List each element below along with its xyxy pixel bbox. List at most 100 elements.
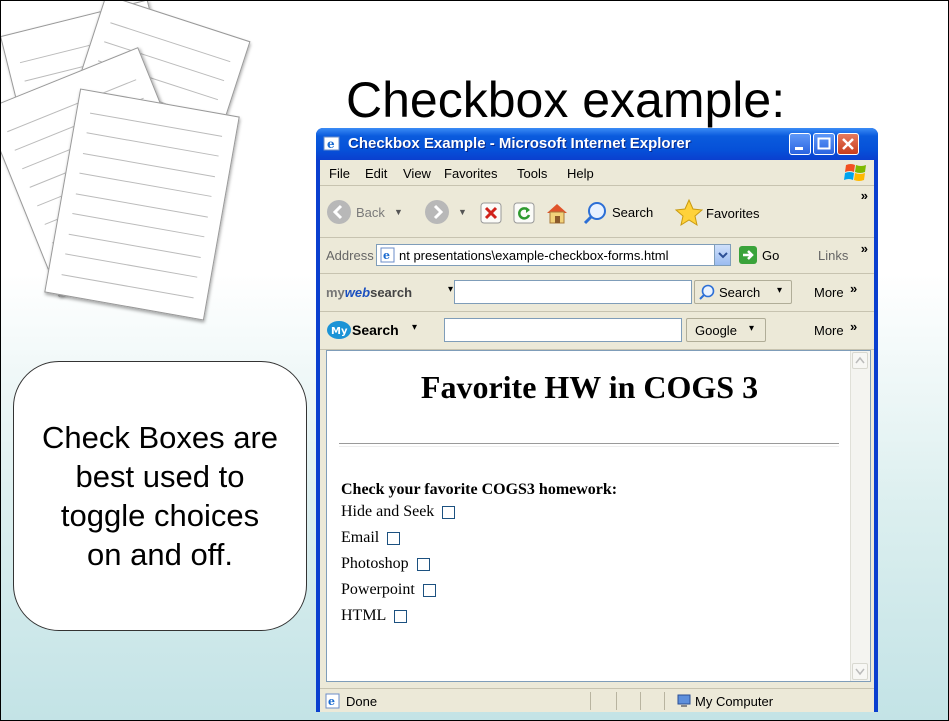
mywebsearch-logo-web: web	[344, 285, 371, 300]
mywebsearch-input[interactable]	[454, 280, 692, 304]
chevron-down-icon	[855, 668, 865, 676]
svg-text:e: e	[383, 249, 390, 262]
home-icon[interactable]	[544, 200, 570, 226]
menu-view[interactable]: View	[403, 166, 431, 181]
minimize-button[interactable]	[789, 133, 811, 155]
mywebsearch-logo-search: search	[370, 285, 413, 300]
checkbox-hide-and-seek[interactable]	[442, 505, 456, 519]
more-chevron-icon: »	[850, 281, 858, 296]
address-input[interactable]: e nt presentations\example-checkbox-form…	[376, 244, 731, 266]
mysearch-input[interactable]	[444, 318, 682, 342]
status-text: Done	[346, 694, 378, 709]
back-button[interactable]: Back ▼	[326, 199, 406, 227]
go-arrow-icon	[739, 246, 757, 264]
maximize-button[interactable]	[813, 133, 835, 155]
window-title: Checkbox Example - Microsoft Internet Ex…	[348, 135, 691, 152]
checkbox-photoshop[interactable]	[416, 557, 430, 571]
back-arrow-icon	[327, 200, 351, 224]
option-email[interactable]: Email	[341, 529, 401, 547]
option-hide-and-seek[interactable]: Hide and Seek	[341, 503, 456, 521]
engine-dropdown-icon: ▾	[749, 323, 755, 334]
forward-arrow-icon	[425, 200, 449, 224]
mywebsearch-toolbar: mywebsearch ▾ Search ▾ More »	[320, 274, 874, 312]
menu-edit[interactable]: Edit	[365, 166, 387, 181]
close-icon	[842, 138, 854, 150]
option-html[interactable]: HTML	[341, 607, 408, 625]
status-divider	[616, 692, 617, 710]
mywebsearch-logo: mywebsearch	[326, 285, 412, 300]
option-label: Hide and Seek	[341, 503, 435, 520]
callout-text: Check Boxes are best used to toggle choi…	[41, 420, 279, 572]
mysearch-bubble-icon: My	[327, 321, 351, 339]
mywebsearch-menu-icon[interactable]: ▾	[448, 284, 453, 295]
callout-box: Check Boxes are best used to toggle choi…	[13, 361, 307, 631]
toolbar-chevron-icon[interactable]: »	[861, 188, 868, 203]
mywebsearch-search-label: Search	[719, 285, 761, 300]
mysearch-bubble-text: My	[331, 326, 348, 337]
page-heading: Favorite HW in COGS 3	[420, 369, 759, 405]
minimize-icon	[795, 147, 803, 150]
mywebsearch-search-button[interactable]: Search ▾	[694, 280, 792, 304]
slide: Checkbox example: Check Boxes are best u…	[0, 0, 949, 721]
status-bar: e Done My Computer	[320, 688, 874, 713]
security-zone: My Computer	[695, 694, 774, 709]
forward-dropdown-icon: ▼	[458, 207, 467, 217]
page-icon: e	[380, 247, 395, 263]
option-label: Email	[341, 529, 380, 546]
my-computer-icon	[677, 694, 691, 707]
paper-sheet	[44, 88, 240, 321]
search-dropdown-icon: ▾	[777, 285, 783, 296]
search-engine-select[interactable]: Google ▾	[686, 318, 766, 342]
mysearch-logo: My Search ▾	[326, 320, 436, 342]
mysearch-menu-icon[interactable]: ▾	[412, 322, 417, 333]
option-photoshop[interactable]: Photoshop	[341, 555, 430, 573]
status-divider	[664, 692, 665, 710]
favorites-label: Favorites	[706, 206, 760, 221]
checkbox-powerpoint[interactable]	[422, 583, 436, 597]
search-label: Search	[612, 205, 654, 220]
scroll-down-button[interactable]	[852, 663, 868, 680]
chevron-up-icon	[855, 356, 865, 364]
svg-text:e: e	[327, 137, 335, 151]
address-dropdown-icon[interactable]	[714, 245, 730, 265]
menu-bar: File Edit View Favorites Tools Help	[320, 160, 874, 186]
browser-client: File Edit View Favorites Tools Help Back…	[320, 160, 874, 712]
checkbox-email[interactable]	[387, 531, 401, 545]
address-label: Address	[326, 248, 374, 263]
links-chevron-icon[interactable]: »	[861, 241, 868, 256]
refresh-icon[interactable]	[513, 202, 535, 224]
status-divider	[590, 692, 591, 710]
scroll-up-button[interactable]	[852, 352, 868, 369]
mysearch-logo-text: Search	[352, 322, 399, 338]
mysearch-toolbar: My Search ▾ Google ▾ More »	[320, 312, 874, 350]
mysearch-more[interactable]: More	[814, 323, 844, 338]
slide-title: Checkbox example:	[346, 72, 786, 128]
option-powerpoint[interactable]: Powerpoint	[341, 581, 436, 599]
search-magnifier-icon	[583, 202, 606, 225]
vertical-scrollbar[interactable]	[850, 351, 870, 681]
go-button[interactable]: Go	[738, 245, 786, 267]
go-label: Go	[762, 248, 780, 263]
forward-button[interactable]: ▼	[424, 199, 472, 227]
menu-tools[interactable]: Tools	[517, 166, 547, 181]
back-dropdown-icon: ▼	[394, 207, 403, 217]
option-label: HTML	[341, 607, 387, 624]
links-label[interactable]: Links	[818, 248, 848, 263]
status-divider	[640, 692, 641, 710]
close-button[interactable]	[837, 133, 859, 155]
mywebsearch-logo-my: my	[326, 285, 345, 300]
title-bar[interactable]: e Checkbox Example - Microsoft Internet …	[316, 128, 878, 160]
mywebsearch-more[interactable]: More	[814, 285, 844, 300]
menu-file[interactable]: File	[329, 166, 350, 181]
checkbox-html[interactable]	[394, 609, 408, 623]
option-label: Powerpoint	[341, 581, 415, 598]
option-label: Photoshop	[341, 555, 409, 572]
menu-help[interactable]: Help	[567, 166, 594, 181]
ie-icon: e	[323, 136, 340, 151]
menu-favorites[interactable]: Favorites	[444, 166, 497, 181]
favorites-button[interactable]: Favorites	[674, 198, 784, 228]
stop-icon[interactable]	[480, 202, 502, 224]
search-button[interactable]: Search	[582, 200, 668, 228]
address-bar: Address e nt presentations\example-check…	[320, 238, 874, 274]
form-prompt: Check your favorite COGS3 homework:	[341, 481, 618, 498]
